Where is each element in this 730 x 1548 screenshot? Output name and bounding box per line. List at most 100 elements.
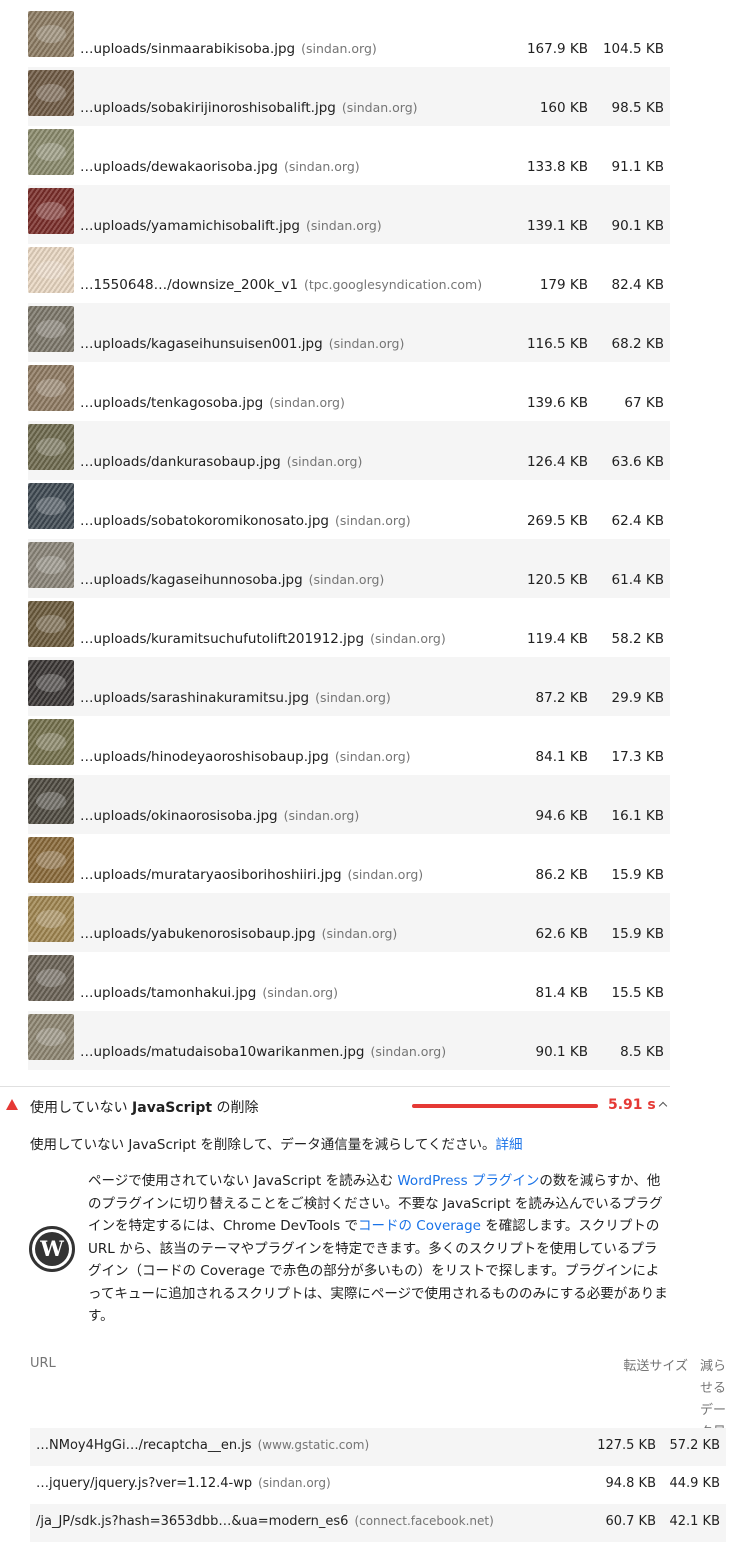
resource-url[interactable]: …1550648…/downsize_200k_v1 (tpc.googlesyn… [80,277,482,293]
resource-host: (sindan.org) [341,100,418,115]
resource-size: 160 KB [539,100,588,116]
table-row: …uploads/dewakaorisoba.jpg (sindan.org) 13… [28,126,670,185]
resource-url[interactable]: …NMoy4HgGi…/recaptcha__en.js (www.gstatic… [36,1438,369,1453]
thumbnail-image [28,365,74,411]
potential-savings: 68.2 KB [611,336,664,352]
thumbnail-image [28,896,74,942]
thumbnail-image [28,542,74,588]
potential-savings: 42.1 KB [669,1514,720,1529]
resource-url[interactable]: …uploads/yamamichisobalift.jpg (sindan.or… [80,218,382,234]
resource-host: (sindan.org) [321,926,398,941]
resource-host: (sindan.org) [328,336,405,351]
thumbnail-image [28,1014,74,1060]
thumbnail-image [28,306,74,352]
resource-host: (sindan.org) [334,749,411,764]
resource-url[interactable]: …uploads/murataryaosiborihoshiiri.jpg (si… [80,867,423,883]
resource-size: 94.6 KB [535,808,588,824]
resource-size: 81.4 KB [535,985,588,1001]
table-row: …uploads/kuramitsuchufutolift201912.jpg(… [28,598,670,657]
table-row: …uploads/tamonhakui.jpg (sindan.org) 81.4 … [28,952,670,1011]
resource-size: 116.5 KB [526,336,588,352]
table-row: …uploads/sobatokoromikonosato.jpg (sindan… [28,480,670,539]
chevron-up-icon[interactable] [658,1101,668,1111]
thumbnail-image [28,424,74,470]
resource-url[interactable]: …uploads/hinodeyaoroshisobaup.jpg (sindan… [80,749,411,765]
potential-savings: 17.3 KB [611,749,664,765]
resource-url[interactable]: …uploads/tenkagosoba.jpg (sindan.org) [80,395,345,411]
table-row: …uploads/okinaorosisoba.jpg (sindan.org) 9… [28,775,670,834]
resource-url[interactable]: …uploads/matudaisoba10warikanmen.jpg (sin… [80,1044,446,1060]
resource-url[interactable]: …uploads/sobatokoromikonosato.jpg (sindan… [80,513,411,529]
image-resources-table: …uploads/sinmaarabikisoba.jpg (sindan.org… [28,8,670,1070]
potential-savings: 67 KB [624,395,664,411]
resource-url[interactable]: …uploads/yabukenorosisobaup.jpg (sindan.o… [80,926,397,942]
resource-host: (sindan.org) [370,1044,447,1059]
audit-description: 使用していない JavaScript を削除して、データ通信量を減らしてください… [30,1137,523,1153]
table-row: …uploads/kagaseihunsuisen001.jpg (sindan.… [28,303,670,362]
resource-url[interactable]: …uploads/tamonhakui.jpg (sindan.org) [80,985,338,1001]
code-coverage-link[interactable]: コードの Coverage [358,1218,481,1234]
resource-url[interactable]: …uploads/sobakirijinoroshisobalift.jpg (s… [80,100,418,116]
resource-host: (sindan.org) [286,454,363,469]
column-header-url: URL [30,1356,56,1371]
resource-url[interactable]: …uploads/kagaseihunsuisen001.jpg (sindan.… [80,336,404,352]
table-row: …1550648…/downsize_200k_v1 (tpc.googlesyn… [28,244,670,303]
wordpress-plugins-link[interactable]: WordPress プラグイン [397,1173,539,1189]
resource-host: (sindan.org) [306,218,382,233]
potential-savings: 62.4 KB [611,513,664,529]
resource-url[interactable]: …uploads/kuramitsuchufutolift201912.jpg(… [80,631,446,647]
potential-savings: 82.4 KB [611,277,664,293]
potential-savings: 98.5 KB [611,100,664,116]
resource-host: (sindan.org) [301,41,377,56]
potential-savings: 91.1 KB [611,159,664,175]
resource-host: (www.gstatic.com) [257,1438,370,1452]
table-row: …uploads/tenkagosoba.jpg (sindan.org) 139.… [28,362,670,421]
resource-url[interactable]: …uploads/okinaorosisoba.jpg (sindan.org) [80,808,359,824]
thumbnail-image [28,660,74,706]
wordpress-logo-icon: W [29,1226,75,1272]
table-row: …jquery/jquery.js?ver=1.12.4-wp (sindan.o… [30,1466,726,1504]
resource-host: (sindan.org) [262,985,338,1000]
resource-url[interactable]: …uploads/dewakaorisoba.jpg (sindan.org) [80,159,360,175]
resource-host: (sindan.org) [347,867,424,882]
thumbnail-image [28,955,74,1001]
resource-size: 167.9 KB [526,41,588,57]
resource-size: 86.2 KB [535,867,588,883]
resource-size: 269.5 KB [526,513,588,529]
resource-size: 139.1 KB [526,218,588,234]
thumbnail-image [28,719,74,765]
audit-score: 5.91 s [608,1097,656,1113]
resource-url[interactable]: …uploads/dankurasobaup.jpg (sindan.org) [80,454,362,470]
table-row: …uploads/sobakirijinoroshisobalift.jpg (s… [28,67,670,126]
thumbnail-image [28,11,74,57]
resource-url[interactable]: …uploads/kagaseihunnosoba.jpg (sindan.org… [80,572,384,588]
table-row: …uploads/hinodeyaoroshisobaup.jpg (sindan… [28,716,670,775]
transfer-size: 94.8 KB [605,1476,656,1491]
resource-url[interactable]: …jquery/jquery.js?ver=1.12.4-wp (sindan.o… [36,1476,331,1491]
resource-host: (connect.facebook.net) [354,1514,494,1528]
resource-url[interactable]: /ja_JP/sdk.js?hash=3653dbb…&ua=modern_es… [36,1514,494,1529]
audit-header-unused-javascript[interactable]: 使用していない JavaScript の削除 5.91 s [0,1086,670,1125]
resource-size: 119.4 KB [526,631,588,647]
potential-savings: 57.2 KB [669,1438,720,1453]
learn-more-link[interactable]: 詳細 [495,1137,522,1153]
resource-size: 139.6 KB [526,395,588,411]
table-row: …uploads/matudaisoba10warikanmen.jpg (sin… [28,1011,670,1070]
potential-savings: 29.9 KB [611,690,664,706]
table-row: …uploads/sarashinakuramitsu.jpg (sindan.o… [28,657,670,716]
resource-url[interactable]: …uploads/sinmaarabikisoba.jpg (sindan.org… [80,41,377,57]
transfer-size: 127.5 KB [597,1438,656,1453]
thumbnail-image [28,601,74,647]
column-header-transfer-size: 転送サイズ [623,1359,688,1374]
javascript-resources-table: …NMoy4HgGi…/recaptcha__en.js (www.gstatic… [30,1428,726,1542]
resource-host: (sindan.org) [370,631,446,646]
table-row: /ja_JP/sdk.js?hash=3653dbb…&ua=modern_es… [30,1504,726,1542]
potential-savings: 58.2 KB [611,631,664,647]
thumbnail-image [28,70,74,116]
table-row: …uploads/murataryaosiborihoshiiri.jpg (si… [28,834,670,893]
table-row: …NMoy4HgGi…/recaptcha__en.js (www.gstatic… [30,1428,726,1466]
resource-url[interactable]: …uploads/sarashinakuramitsu.jpg (sindan.o… [80,690,391,706]
table-row: …uploads/yabukenorosisobaup.jpg (sindan.o… [28,893,670,952]
potential-savings: 15.9 KB [611,926,664,942]
potential-savings: 44.9 KB [669,1476,720,1491]
